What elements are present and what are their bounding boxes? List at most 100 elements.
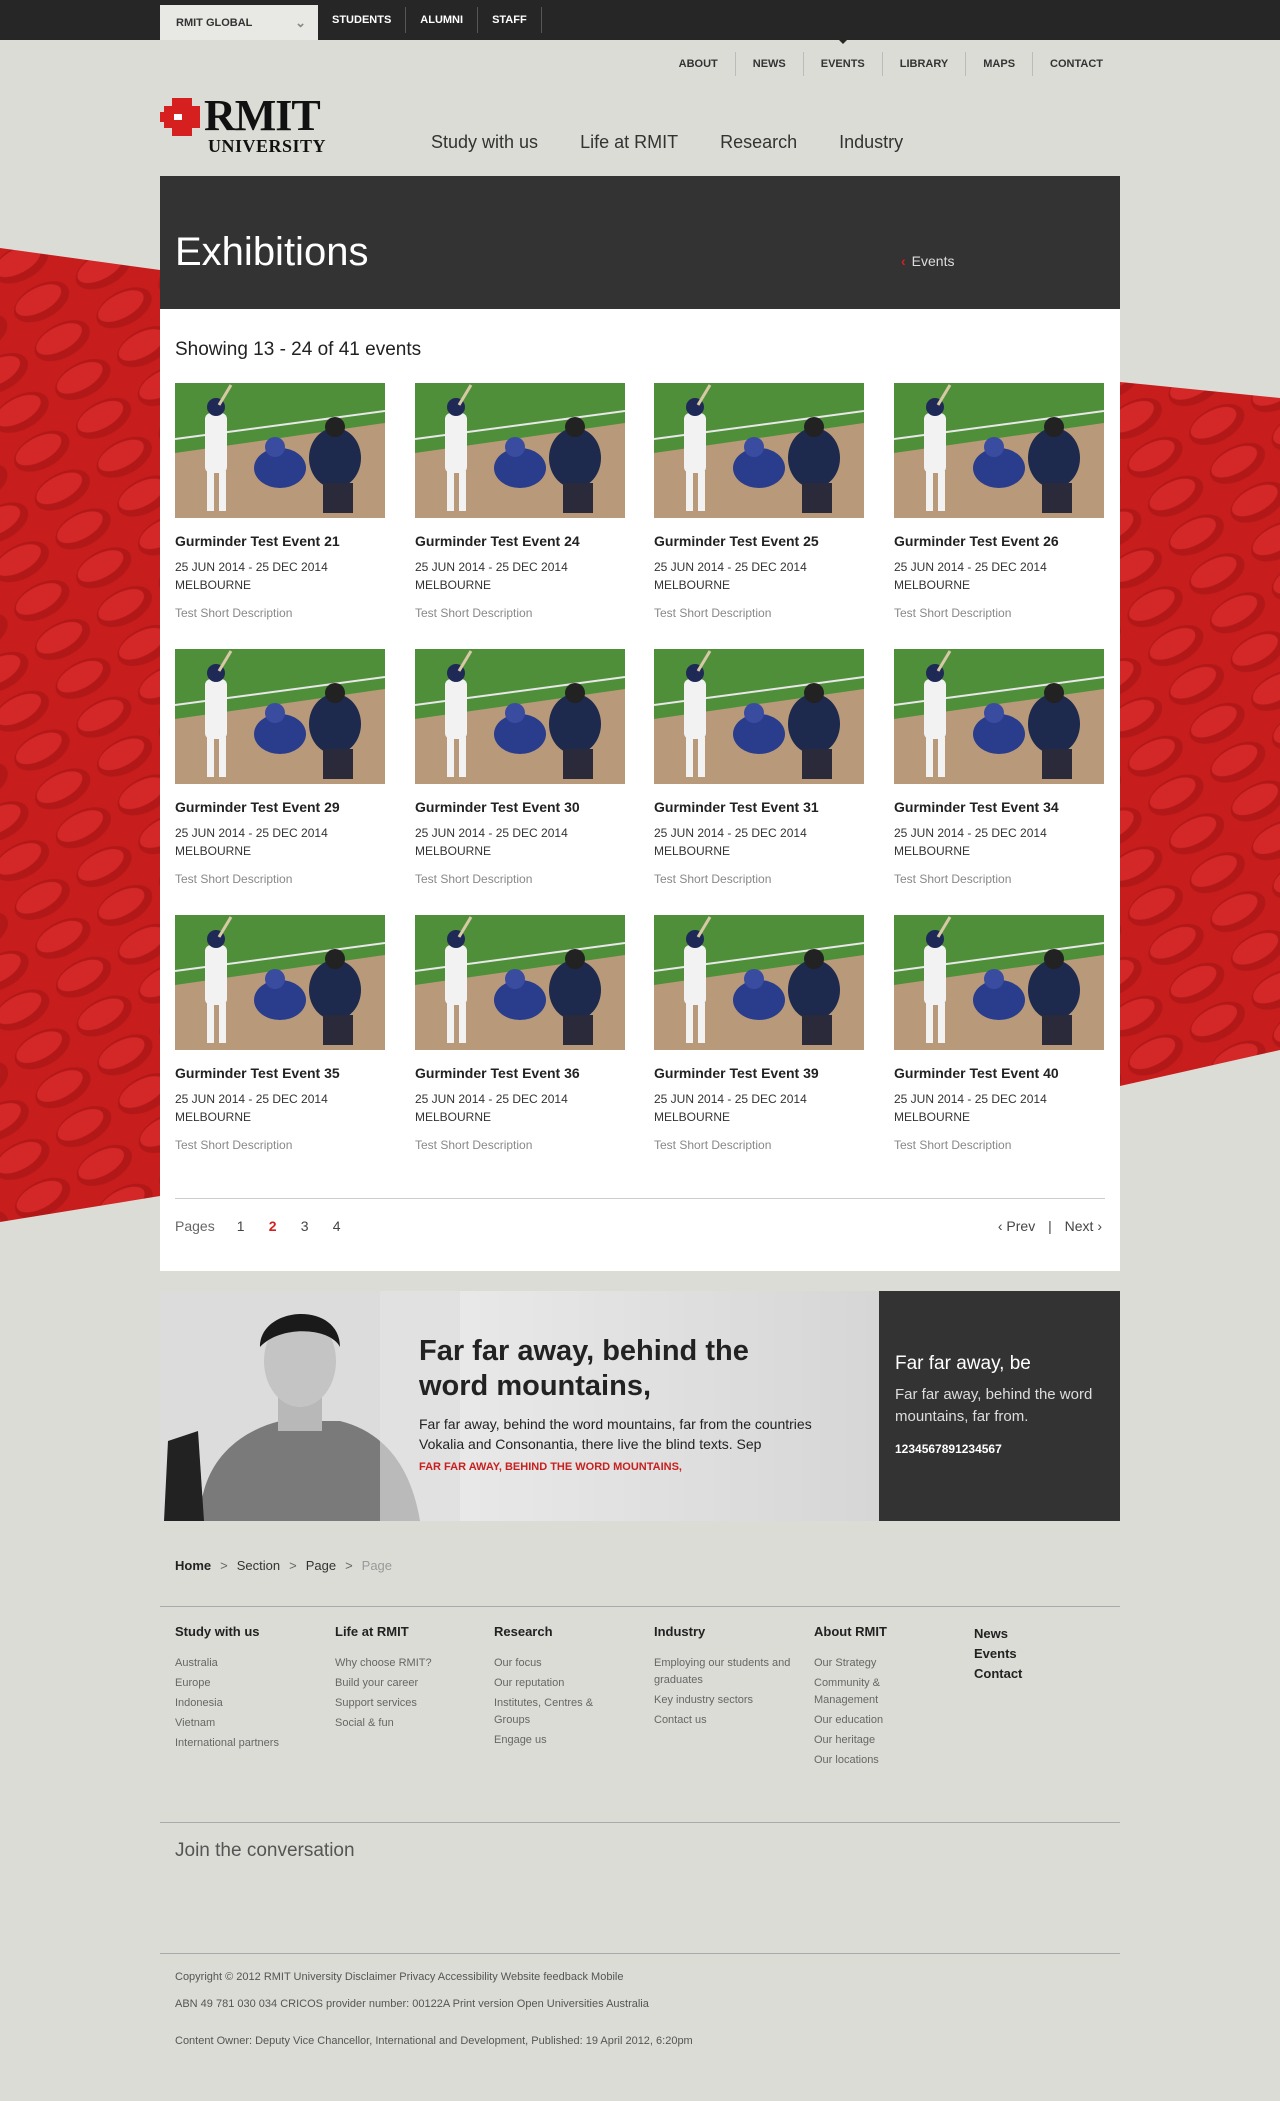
footer-link[interactable]: Engage us xyxy=(494,1732,614,1749)
footer-link[interactable]: Community & Management xyxy=(814,1675,924,1709)
footer-link[interactable]: International partners xyxy=(175,1735,315,1752)
divider xyxy=(175,1198,1105,1199)
page-link-2-current[interactable]: 2 xyxy=(269,1218,301,1234)
util-nav-maps[interactable]: MAPS xyxy=(965,52,1032,76)
event-thumbnail[interactable] xyxy=(415,649,625,784)
footer-link[interactable]: Our Strategy xyxy=(814,1655,924,1672)
footer-link[interactable]: Our focus xyxy=(494,1655,614,1672)
event-title[interactable]: Gurminder Test Event 34 xyxy=(894,799,1104,815)
footer-link[interactable]: Indonesia xyxy=(175,1695,315,1712)
footer-link[interactable]: Vietnam xyxy=(175,1715,315,1732)
footer-link-news[interactable]: News xyxy=(974,1624,1094,1644)
event-thumbnail[interactable] xyxy=(175,915,385,1050)
footer-link[interactable]: Build your career xyxy=(335,1675,475,1692)
event-title[interactable]: Gurminder Test Event 26 xyxy=(894,533,1104,549)
event-date: 25 JUN 2014 - 25 DEC 2014 xyxy=(654,560,807,574)
event-thumbnail[interactable] xyxy=(654,383,864,518)
footer-link-events[interactable]: Events xyxy=(974,1644,1094,1664)
main-nav-life[interactable]: Life at RMIT xyxy=(580,132,678,153)
back-to-events-link[interactable]: ‹ Events xyxy=(901,253,954,269)
prev-link[interactable]: ‹ Prev xyxy=(998,1218,1035,1234)
util-nav-about[interactable]: ABOUT xyxy=(662,52,735,76)
logo-word-rmit: RMIT xyxy=(204,91,321,140)
page-link-3[interactable]: 3 xyxy=(301,1218,333,1234)
event-card[interactable]: Gurminder Test Event 26 25 JUN 2014 - 25 … xyxy=(894,383,1104,620)
event-title[interactable]: Gurminder Test Event 39 xyxy=(654,1065,864,1081)
main-nav-industry[interactable]: Industry xyxy=(839,132,903,153)
event-thumbnail[interactable] xyxy=(894,649,1104,784)
event-title[interactable]: Gurminder Test Event 36 xyxy=(415,1065,625,1081)
footer-link[interactable]: Our locations xyxy=(814,1752,924,1769)
breadcrumb: Home > Section > Page > Page xyxy=(175,1558,392,1573)
event-location: MELBOURNE xyxy=(894,578,971,592)
event-card[interactable]: Gurminder Test Event 24 25 JUN 2014 - 25 … xyxy=(415,383,625,620)
top-link-students[interactable]: STUDENTS xyxy=(318,7,407,33)
footer-link[interactable]: Institutes, Centres & Groups xyxy=(494,1695,614,1729)
breadcrumb-home[interactable]: Home xyxy=(175,1558,211,1573)
main-nav-research[interactable]: Research xyxy=(720,132,797,153)
footer-link[interactable]: Social & fun xyxy=(335,1715,475,1732)
footer-link[interactable]: Why choose RMIT? xyxy=(335,1655,475,1672)
event-thumbnail[interactable] xyxy=(894,383,1104,518)
event-thumbnail[interactable] xyxy=(415,383,625,518)
footer-link[interactable]: Our education xyxy=(814,1712,924,1729)
event-title[interactable]: Gurminder Test Event 31 xyxy=(654,799,864,815)
event-title[interactable]: Gurminder Test Event 24 xyxy=(415,533,625,549)
rmit-global-dropdown[interactable]: RMIT GLOBAL ⌄ xyxy=(160,5,318,40)
next-link[interactable]: Next › xyxy=(1065,1218,1102,1234)
event-title[interactable]: Gurminder Test Event 29 xyxy=(175,799,385,815)
page-link-4[interactable]: 4 xyxy=(333,1218,365,1234)
event-date: 25 JUN 2014 - 25 DEC 2014 xyxy=(894,560,1047,574)
footer-link-contact[interactable]: Contact xyxy=(974,1664,1094,1684)
event-description: Test Short Description xyxy=(415,606,533,620)
footer-link[interactable]: Employing our students and graduates xyxy=(654,1655,794,1689)
footer-link[interactable]: Contact us xyxy=(654,1712,794,1729)
breadcrumb-page[interactable]: Page xyxy=(306,1558,336,1573)
event-card[interactable]: Gurminder Test Event 25 25 JUN 2014 - 25 … xyxy=(654,383,864,620)
event-card[interactable]: Gurminder Test Event 39 25 JUN 2014 - 25 … xyxy=(654,915,864,1152)
util-nav-contact[interactable]: CONTACT xyxy=(1032,52,1120,76)
event-title[interactable]: Gurminder Test Event 30 xyxy=(415,799,625,815)
event-description: Test Short Description xyxy=(175,872,293,886)
event-card[interactable]: Gurminder Test Event 31 25 JUN 2014 - 25 … xyxy=(654,649,864,886)
footer-link[interactable]: Our heritage xyxy=(814,1732,924,1749)
event-title[interactable]: Gurminder Test Event 40 xyxy=(894,1065,1104,1081)
util-nav-news[interactable]: NEWS xyxy=(734,52,803,76)
footer-link[interactable]: Support services xyxy=(335,1695,475,1712)
event-card[interactable]: Gurminder Test Event 21 25 JUN 2014 - 25 … xyxy=(175,383,385,620)
event-title[interactable]: Gurminder Test Event 25 xyxy=(654,533,864,549)
main-nav-study[interactable]: Study with us xyxy=(431,132,538,153)
event-thumbnail[interactable] xyxy=(654,915,864,1050)
page-link-1[interactable]: 1 xyxy=(237,1218,269,1234)
footer-link[interactable]: Key industry sectors xyxy=(654,1692,794,1709)
rmit-logo[interactable]: RMIT UNIVERSITY xyxy=(160,91,326,156)
util-nav-library[interactable]: LIBRARY xyxy=(881,52,965,76)
event-card[interactable]: Gurminder Test Event 35 25 JUN 2014 - 25 … xyxy=(175,915,385,1152)
footer-link[interactable]: Australia xyxy=(175,1655,315,1672)
event-thumbnail[interactable] xyxy=(175,383,385,518)
top-link-staff[interactable]: STAFF xyxy=(478,7,542,33)
event-date: 25 JUN 2014 - 25 DEC 2014 xyxy=(415,826,568,840)
event-description: Test Short Description xyxy=(654,872,772,886)
event-card[interactable]: Gurminder Test Event 29 25 JUN 2014 - 25 … xyxy=(175,649,385,886)
event-card[interactable]: Gurminder Test Event 34 25 JUN 2014 - 25 … xyxy=(894,649,1104,886)
event-title[interactable]: Gurminder Test Event 35 xyxy=(175,1065,385,1081)
event-date: 25 JUN 2014 - 25 DEC 2014 xyxy=(415,560,568,574)
event-title[interactable]: Gurminder Test Event 21 xyxy=(175,533,385,549)
promo-link[interactable]: FAR FAR AWAY, BEHIND THE WORD MOUNTAINS, xyxy=(419,1461,682,1473)
top-link-alumni[interactable]: ALUMNI xyxy=(406,7,479,33)
footer-link[interactable]: Our reputation xyxy=(494,1675,614,1692)
event-card[interactable]: Gurminder Test Event 40 25 JUN 2014 - 25 … xyxy=(894,915,1104,1152)
util-nav-events[interactable]: EVENTS xyxy=(802,38,882,76)
breadcrumb-section[interactable]: Section xyxy=(237,1558,280,1573)
footer-link[interactable]: Europe xyxy=(175,1675,315,1692)
event-thumbnail[interactable] xyxy=(175,649,385,784)
footer-col-industry: Industry Employing our students and grad… xyxy=(654,1624,794,1732)
event-thumbnail[interactable] xyxy=(654,649,864,784)
event-listing: Showing 13 - 24 of 41 events Gurminder T… xyxy=(160,309,1120,1271)
event-thumbnail[interactable] xyxy=(894,915,1104,1050)
event-card[interactable]: Gurminder Test Event 36 25 JUN 2014 - 25 … xyxy=(415,915,625,1152)
event-thumbnail[interactable] xyxy=(415,915,625,1050)
rmit-global-label: RMIT GLOBAL xyxy=(176,16,253,29)
event-card[interactable]: Gurminder Test Event 30 25 JUN 2014 - 25 … xyxy=(415,649,625,886)
